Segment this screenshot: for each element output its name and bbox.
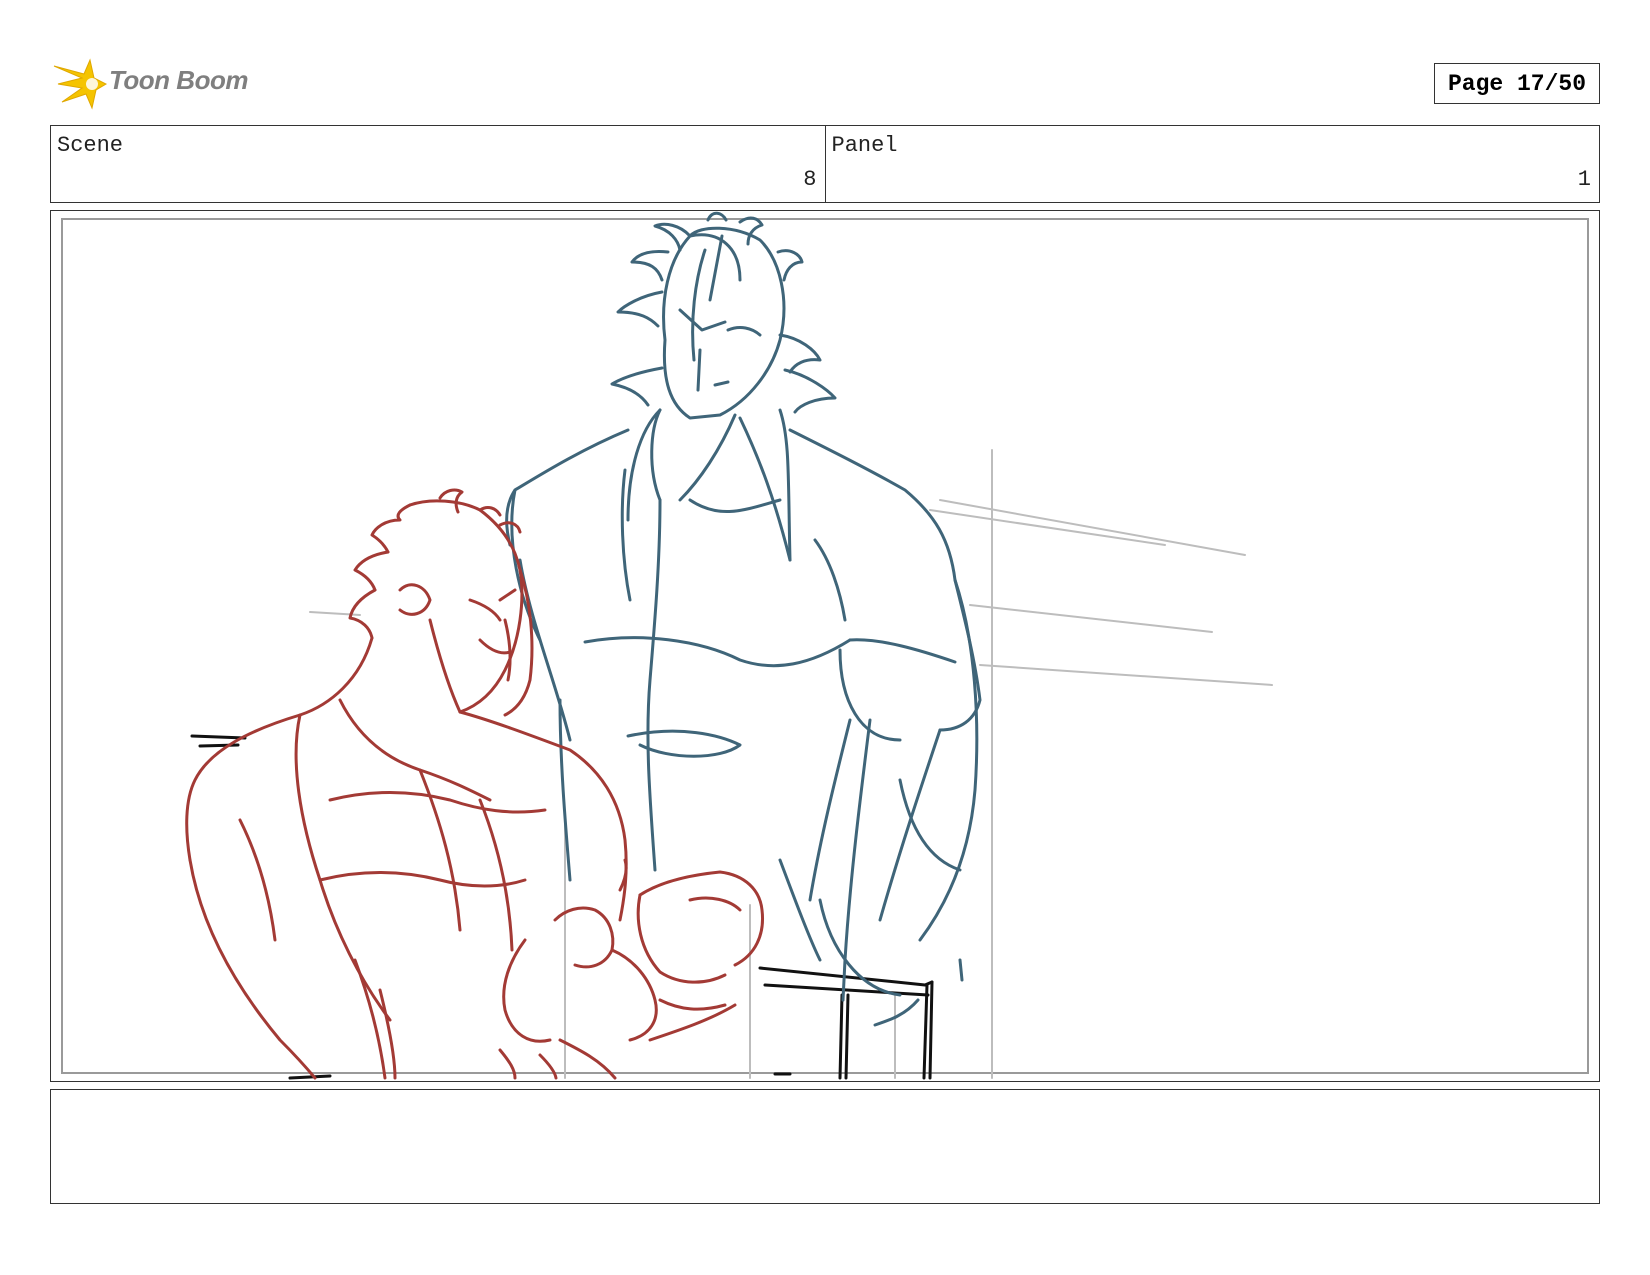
red-character-sketch xyxy=(185,488,765,1080)
notes-box xyxy=(50,1089,1600,1204)
panel-sketch xyxy=(185,211,1273,1080)
blue-character-sketch xyxy=(505,211,982,1027)
